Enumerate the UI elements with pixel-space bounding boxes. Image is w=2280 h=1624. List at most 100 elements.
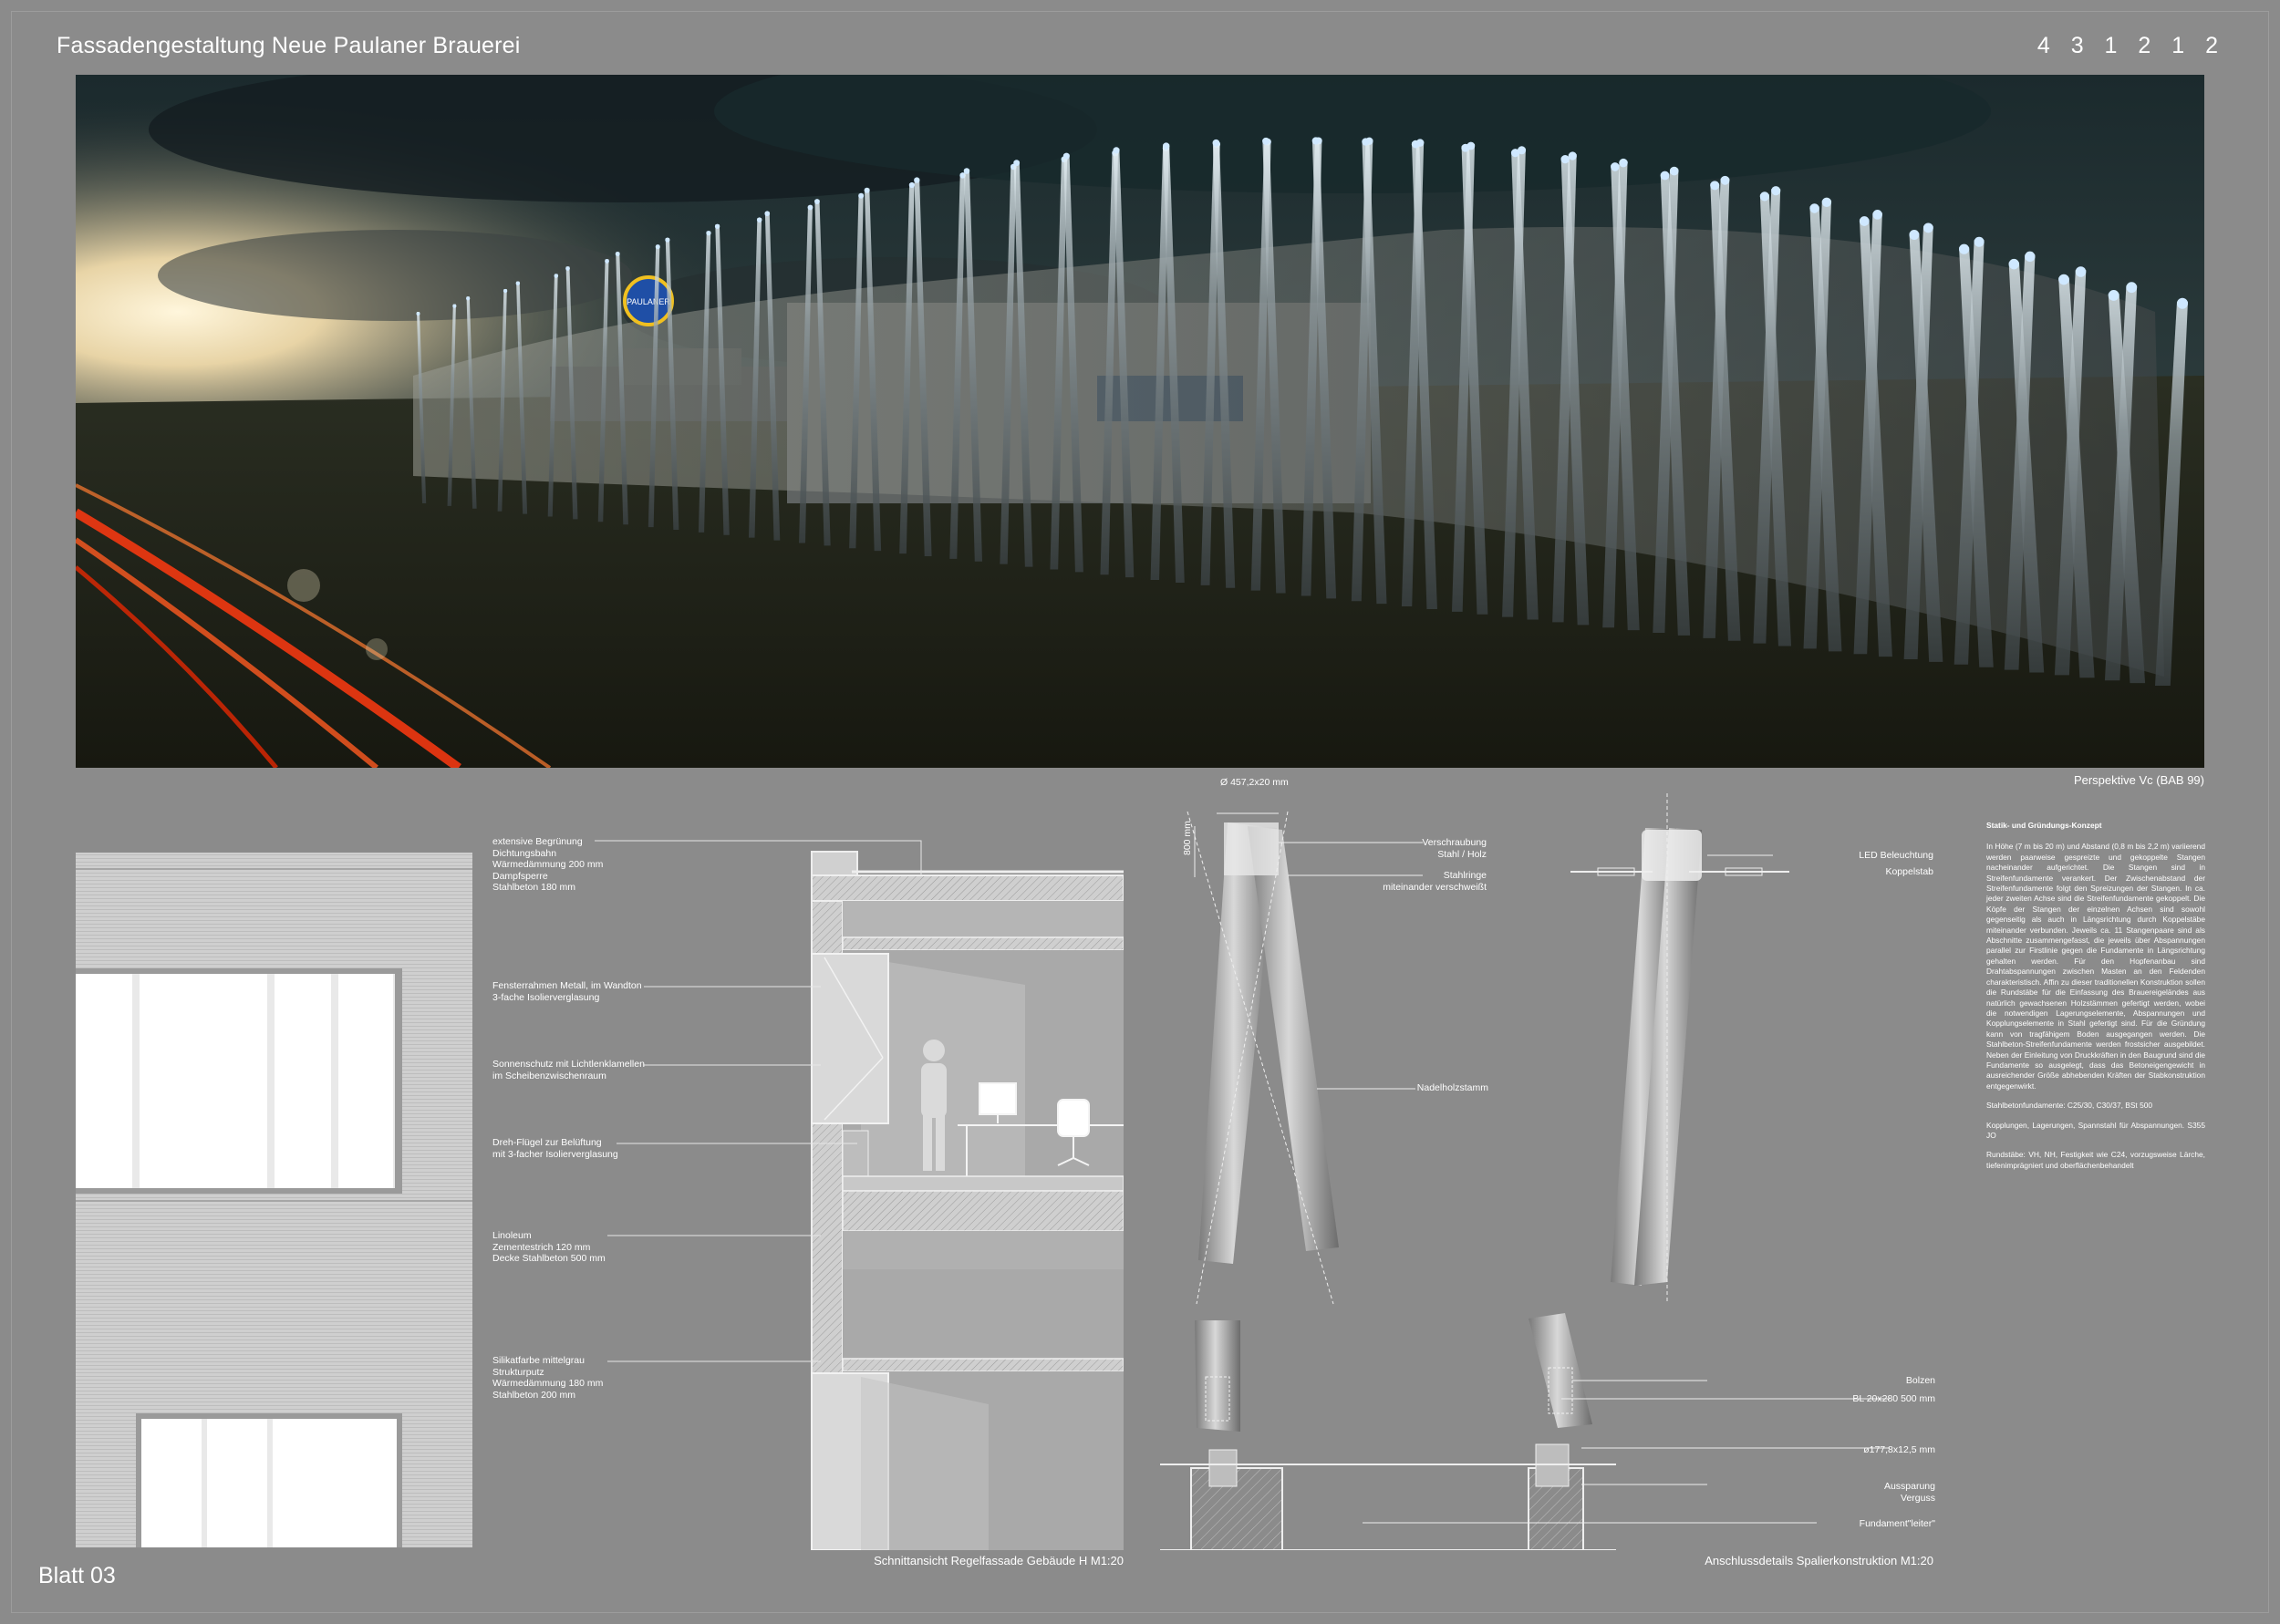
pole-light (1771, 186, 1781, 196)
label-stahlringe-line: miteinander verschweißt (1383, 881, 1487, 893)
label-wall-line: Wärmedämmung 180 mm (492, 1378, 604, 1389)
label-wall-line: Silikatfarbe mittelgrau (492, 1355, 585, 1366)
pole-light (1922, 222, 1933, 233)
pole-light (416, 312, 420, 315)
hero-rendering: PAULANER (76, 75, 2204, 768)
label-stahlringe-line: Stahlringe (1443, 870, 1487, 881)
label-roof-line: extensive Begrünung (492, 836, 583, 847)
label-bl: BL 20x280 500 mm (1852, 1393, 1935, 1404)
label-sun-shading-line: im Scheibenzwischenraum (492, 1070, 606, 1081)
sheet-title: Fassadengestaltung Neue Paulaner Brauere… (57, 33, 521, 58)
label-roof-line: Dampfsperre (492, 870, 548, 882)
pole-light (1560, 154, 1570, 164)
label-stahlringe: Stahlringe miteinander verschweißt (1383, 870, 1487, 893)
facade-section-drawing (806, 839, 1124, 1551)
dim-height: 800 mm (1182, 821, 1193, 855)
pole-light (565, 266, 570, 271)
pole-light (2008, 258, 2020, 270)
pole-light (1568, 151, 1577, 160)
label-window-frame-line: Fensterrahmen Metall, im Wandton (492, 980, 642, 991)
pole-light (1660, 171, 1670, 181)
pole-light (1821, 197, 1832, 207)
facade-elevation (76, 853, 472, 1547)
pole-light (2108, 289, 2119, 301)
pole-light (1859, 216, 1870, 226)
concept-heading: Statik- und Gründungs-Konzept (1986, 821, 2102, 830)
pole-light (1113, 147, 1120, 154)
pole-light (807, 204, 814, 211)
connection-details-drawing (1160, 793, 1890, 1551)
concept-paragraph: Stahlbetonfundamente: C25/30, C30/37, BS… (1986, 1101, 2153, 1111)
pole-pair-side (1570, 793, 1789, 1304)
pole-light (914, 177, 920, 183)
structural-concept: Statik- und Gründungs-Konzept In Höhe (7… (1986, 821, 2205, 1180)
label-sun-shading: Sonnenschutz mit Lichtlenklamellen im Sc… (492, 1059, 645, 1081)
pole-light (2177, 297, 2188, 309)
pole-light (1872, 210, 1882, 220)
pole-light (1669, 166, 1679, 176)
facade-section (806, 839, 1124, 1551)
entry-code: 4 3 1 2 1 2 (2036, 33, 2225, 58)
hero-illustration: PAULANER (76, 75, 2204, 768)
pole-light (452, 304, 457, 308)
pole-light (1974, 236, 1985, 247)
facade-elevation-drawing (76, 853, 472, 1547)
label-window-frame: Fensterrahmen Metall, im Wandton 3-fache… (492, 980, 642, 1003)
pole-light (814, 199, 820, 204)
label-verschraubung-line: Verschraubung (1422, 837, 1487, 848)
pole-light (1311, 137, 1320, 145)
pole-light (1212, 139, 1220, 147)
label-wall: Silikatfarbe mittelgrau Strukturputz Wär… (492, 1355, 603, 1401)
pole-light (1809, 203, 1819, 213)
label-rohr: ø177,8x12,5 mm (1863, 1444, 1935, 1455)
label-aussparung-line: Aussparung (1883, 1481, 1935, 1492)
pole-light (1720, 175, 1730, 185)
paulaner-logo-text: PAULANER (627, 297, 670, 306)
pole-light (1162, 142, 1170, 150)
label-window-frame-line: 3-fache Isolierverglasung (492, 991, 600, 1003)
label-wall-line: Stahlbeton 200 mm (492, 1389, 576, 1401)
pole-light (1461, 143, 1470, 152)
pole-foot-side (1528, 1313, 1592, 1551)
label-aussparung: Aussparung Verguss (1884, 1481, 1935, 1504)
label-floor-line: Zementestrich 120 mm (492, 1241, 591, 1253)
concept-paragraph: Rundstäbe: VH, NH, Festigkeit wie C24, v… (1986, 1150, 2205, 1170)
pole-light (1759, 191, 1770, 202)
pole-light (2075, 266, 2087, 277)
label-floor-line: Decke Stahlbeton 500 mm (492, 1253, 606, 1264)
label-led: LED Beleuchtung (1859, 850, 1933, 861)
pole-light (1062, 152, 1070, 160)
details-caption: Anschlussdetails Spalierkonstruktion M1:… (1705, 1554, 1933, 1567)
label-vent-sash-line: mit 3-facher Isolierverglasung (492, 1148, 618, 1160)
connection-details (1160, 775, 1963, 1551)
pole-light (756, 217, 762, 222)
pole-pair-front (1187, 811, 1339, 1305)
pole-light (2025, 251, 2036, 262)
pole-light (503, 288, 508, 294)
pole-light (515, 281, 521, 285)
pole-light (466, 296, 471, 301)
pole-light (714, 223, 720, 229)
pole-light (2126, 282, 2138, 294)
pole-light (1619, 158, 1628, 168)
pole-foot-front (1190, 1320, 1283, 1551)
pole-light (1611, 162, 1620, 171)
label-bolzen: Bolzen (1905, 1375, 1935, 1386)
pole-light (1710, 181, 1720, 191)
pole-light (1362, 138, 1370, 146)
label-aussparung-line: Verguss (1901, 1492, 1935, 1504)
label-roof-line: Dichtungsbahn (492, 847, 557, 859)
label-nadelholzstamm: Nadelholzstamm (1416, 1082, 1488, 1093)
pole-light (864, 187, 870, 193)
dim-diameter: Ø 457,2x20 mm (1220, 777, 1289, 788)
pole-light (858, 192, 865, 199)
label-sun-shading-line: Sonnenschutz mit Lichtlenklamellen (492, 1059, 645, 1070)
label-verschraubung-line: Stahl / Holz (1437, 848, 1487, 860)
label-verschraubung: Verschraubung Stahl / Holz (1422, 837, 1487, 860)
label-roof-line: Stahlbeton 180 mm (492, 882, 576, 893)
label-vent-sash: Dreh-Flügel zur Belüftung mit 3-facher I… (492, 1137, 618, 1160)
pole-light (1959, 243, 1970, 254)
section-caption: Schnittansicht Regelfassade Gebäude H M1… (874, 1554, 1124, 1567)
pole-light (706, 230, 711, 236)
label-floor: Linoleum Zementestrich 120 mm Decke Stah… (492, 1230, 606, 1265)
